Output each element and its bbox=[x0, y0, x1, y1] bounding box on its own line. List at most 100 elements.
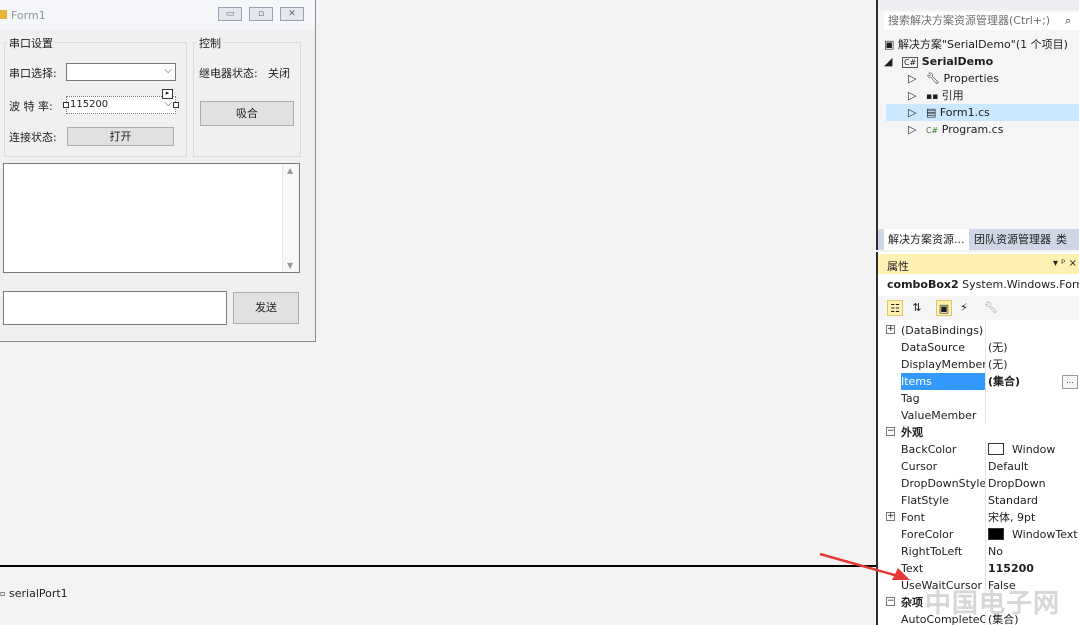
categorized-icon[interactable]: ☷ bbox=[887, 300, 903, 316]
send-button[interactable]: 发送 bbox=[233, 292, 299, 324]
property-row[interactable]: Items (集合)... bbox=[878, 373, 1079, 390]
serial-settings-label: 串口设置 bbox=[7, 35, 55, 51]
connection-label: 连接状态: bbox=[9, 131, 57, 144]
tree-item-label: 解决方案"SerialDemo"(1 个项目) bbox=[897, 38, 1068, 51]
resize-handle-right[interactable] bbox=[173, 102, 179, 108]
property-row[interactable]: + (DataBindings) bbox=[878, 322, 1079, 339]
property-row[interactable]: DataSource (无) bbox=[878, 339, 1079, 356]
tab-solution-explorer[interactable]: 解决方案资源... bbox=[884, 229, 969, 250]
property-row[interactable]: FlatStyle Standard bbox=[878, 492, 1079, 509]
alphabetical-icon[interactable]: ⇅ bbox=[909, 300, 925, 316]
column-divider bbox=[985, 458, 986, 475]
open-button[interactable]: 打开 bbox=[67, 127, 174, 146]
property-name: (DataBindings) bbox=[901, 324, 984, 337]
solution-tabs: 解决方案资源... 团队资源管理器 类视 bbox=[878, 229, 1079, 267]
expand-icon[interactable]: + bbox=[886, 512, 895, 521]
property-value[interactable]: 115200 bbox=[988, 560, 1034, 577]
property-value[interactable]: (无) bbox=[988, 356, 1008, 373]
properties-icon[interactable]: ▣ bbox=[936, 300, 952, 316]
property-name: Tag bbox=[901, 392, 920, 405]
engage-button[interactable]: 吸合 bbox=[200, 101, 294, 126]
property-category[interactable]: − 外观 bbox=[878, 424, 1079, 441]
serialport-component[interactable]: serialPort1 bbox=[9, 587, 68, 600]
form-icon: ▤ bbox=[925, 106, 937, 119]
scroll-down-icon[interactable]: ▼ bbox=[287, 261, 293, 270]
relay-status: 关闭 bbox=[268, 67, 290, 80]
property-value[interactable]: Standard bbox=[988, 492, 1038, 509]
resize-handle-left[interactable] bbox=[63, 102, 69, 108]
property-name: ValueMember bbox=[901, 409, 977, 422]
control-group bbox=[193, 42, 301, 157]
port-combobox[interactable]: ⌵ bbox=[66, 63, 176, 81]
receive-textbox[interactable]: ▲ ▼ bbox=[3, 163, 300, 273]
column-divider bbox=[985, 373, 986, 390]
property-value[interactable]: Window bbox=[988, 441, 1055, 458]
smart-tag-icon[interactable]: ▸ bbox=[162, 89, 173, 99]
property-row[interactable]: Cursor Default bbox=[878, 458, 1079, 475]
property-value-text: DropDown bbox=[988, 477, 1046, 490]
baud-label: 波 特 率: bbox=[9, 100, 53, 113]
property-row[interactable]: DropDownStyle DropDown bbox=[878, 475, 1079, 492]
property-row[interactable]: Tag bbox=[878, 390, 1079, 407]
tree-item-solution[interactable]: ▣ 解决方案"SerialDemo"(1 个项目) bbox=[884, 36, 1079, 53]
solution-explorer: 搜索解决方案资源管理器(Ctrl+;) ⌕ ▣ 解决方案"SerialDemo"… bbox=[876, 0, 1079, 267]
tree-item-properties[interactable]: ▷ 🔧︎ Properties bbox=[908, 70, 1078, 87]
minimize-button[interactable]: ▭ bbox=[218, 7, 242, 21]
property-row[interactable]: DisplayMember (无) bbox=[878, 356, 1079, 373]
form-icon bbox=[0, 10, 7, 19]
color-swatch bbox=[988, 443, 1004, 455]
property-value[interactable]: (无) bbox=[988, 339, 1008, 356]
tree-item-label: Program.cs bbox=[941, 123, 1004, 136]
property-value[interactable]: No bbox=[988, 543, 1003, 560]
tree-item-label: 引用 bbox=[941, 89, 964, 102]
property-row[interactable]: + Font 宋体, 9pt bbox=[878, 509, 1079, 526]
search-icon[interactable]: ⌕ bbox=[1065, 14, 1071, 28]
tree-item-label: Form1.cs bbox=[939, 106, 990, 119]
property-name: ForeColor bbox=[901, 528, 954, 541]
vertical-scrollbar[interactable]: ▲ ▼ bbox=[282, 164, 299, 272]
maximize-button[interactable]: ▫ bbox=[249, 7, 273, 21]
property-row[interactable]: ForeColor WindowText bbox=[878, 526, 1079, 543]
scroll-up-icon[interactable]: ▲ bbox=[287, 166, 293, 175]
tab-team-explorer[interactable]: 团队资源管理器 bbox=[970, 229, 1055, 250]
property-value[interactable]: 宋体, 9pt bbox=[988, 509, 1035, 526]
tree-item-form1[interactable]: ▷ ▤ Form1.cs bbox=[886, 104, 1079, 121]
chevron-down-icon: ⌵ bbox=[164, 98, 172, 109]
wrench-icon[interactable]: 🔧︎ bbox=[983, 300, 999, 316]
properties-object-selector[interactable]: comboBox2 System.Windows.Forms bbox=[887, 278, 1079, 291]
close-button[interactable]: ✕ bbox=[280, 7, 304, 21]
expand-icon[interactable]: + bbox=[886, 325, 895, 334]
events-icon[interactable]: ⚡︎ bbox=[956, 300, 972, 316]
property-value[interactable]: WindowText bbox=[988, 526, 1078, 543]
pin-icon[interactable]: ▾ ᵖ × bbox=[1053, 258, 1077, 269]
collapsed-arrow-icon: ▷ bbox=[908, 72, 917, 85]
send-textbox[interactable] bbox=[3, 291, 227, 325]
collapse-icon[interactable]: − bbox=[886, 597, 895, 606]
tree-item-program[interactable]: ▷ C# Program.cs bbox=[908, 121, 1078, 138]
property-value-text: (无) bbox=[988, 341, 1008, 354]
ellipsis-button[interactable]: ... bbox=[1062, 375, 1078, 389]
tree-item-references[interactable]: ▷ ▪▪ 引用 bbox=[908, 87, 1078, 104]
tree-item-project[interactable]: ◢ C# SerialDemo bbox=[884, 53, 1079, 70]
property-row[interactable]: BackColor Window bbox=[878, 441, 1079, 458]
column-divider bbox=[985, 492, 986, 509]
property-name: DisplayMember bbox=[901, 358, 985, 371]
properties-toolbar: ☷ ⇅ ▣ ⚡︎ 🔧︎ bbox=[878, 296, 1079, 320]
tray-divider bbox=[0, 565, 876, 567]
property-value-text: 115200 bbox=[988, 562, 1034, 575]
property-value[interactable]: DropDown bbox=[988, 475, 1046, 492]
port-label: 串口选择: bbox=[9, 67, 57, 80]
property-value[interactable]: (集合) bbox=[988, 373, 1020, 390]
property-value[interactable]: Default bbox=[988, 458, 1028, 475]
column-divider bbox=[985, 407, 986, 424]
baud-combobox[interactable]: 115200 ⌵ bbox=[66, 96, 176, 114]
property-value-text: Window bbox=[1012, 443, 1056, 456]
column-divider bbox=[985, 526, 986, 543]
tab-class-view[interactable]: 类视 bbox=[1052, 229, 1079, 267]
solution-search-input[interactable]: 搜索解决方案资源管理器(Ctrl+;) bbox=[884, 12, 1079, 30]
collapsed-arrow-icon: ▷ bbox=[908, 89, 917, 102]
collapse-icon[interactable]: − bbox=[886, 427, 895, 436]
tree-item-label: SerialDemo bbox=[921, 55, 994, 68]
property-row[interactable]: ValueMember bbox=[878, 407, 1079, 424]
solution-toolbar bbox=[878, 0, 1079, 10]
